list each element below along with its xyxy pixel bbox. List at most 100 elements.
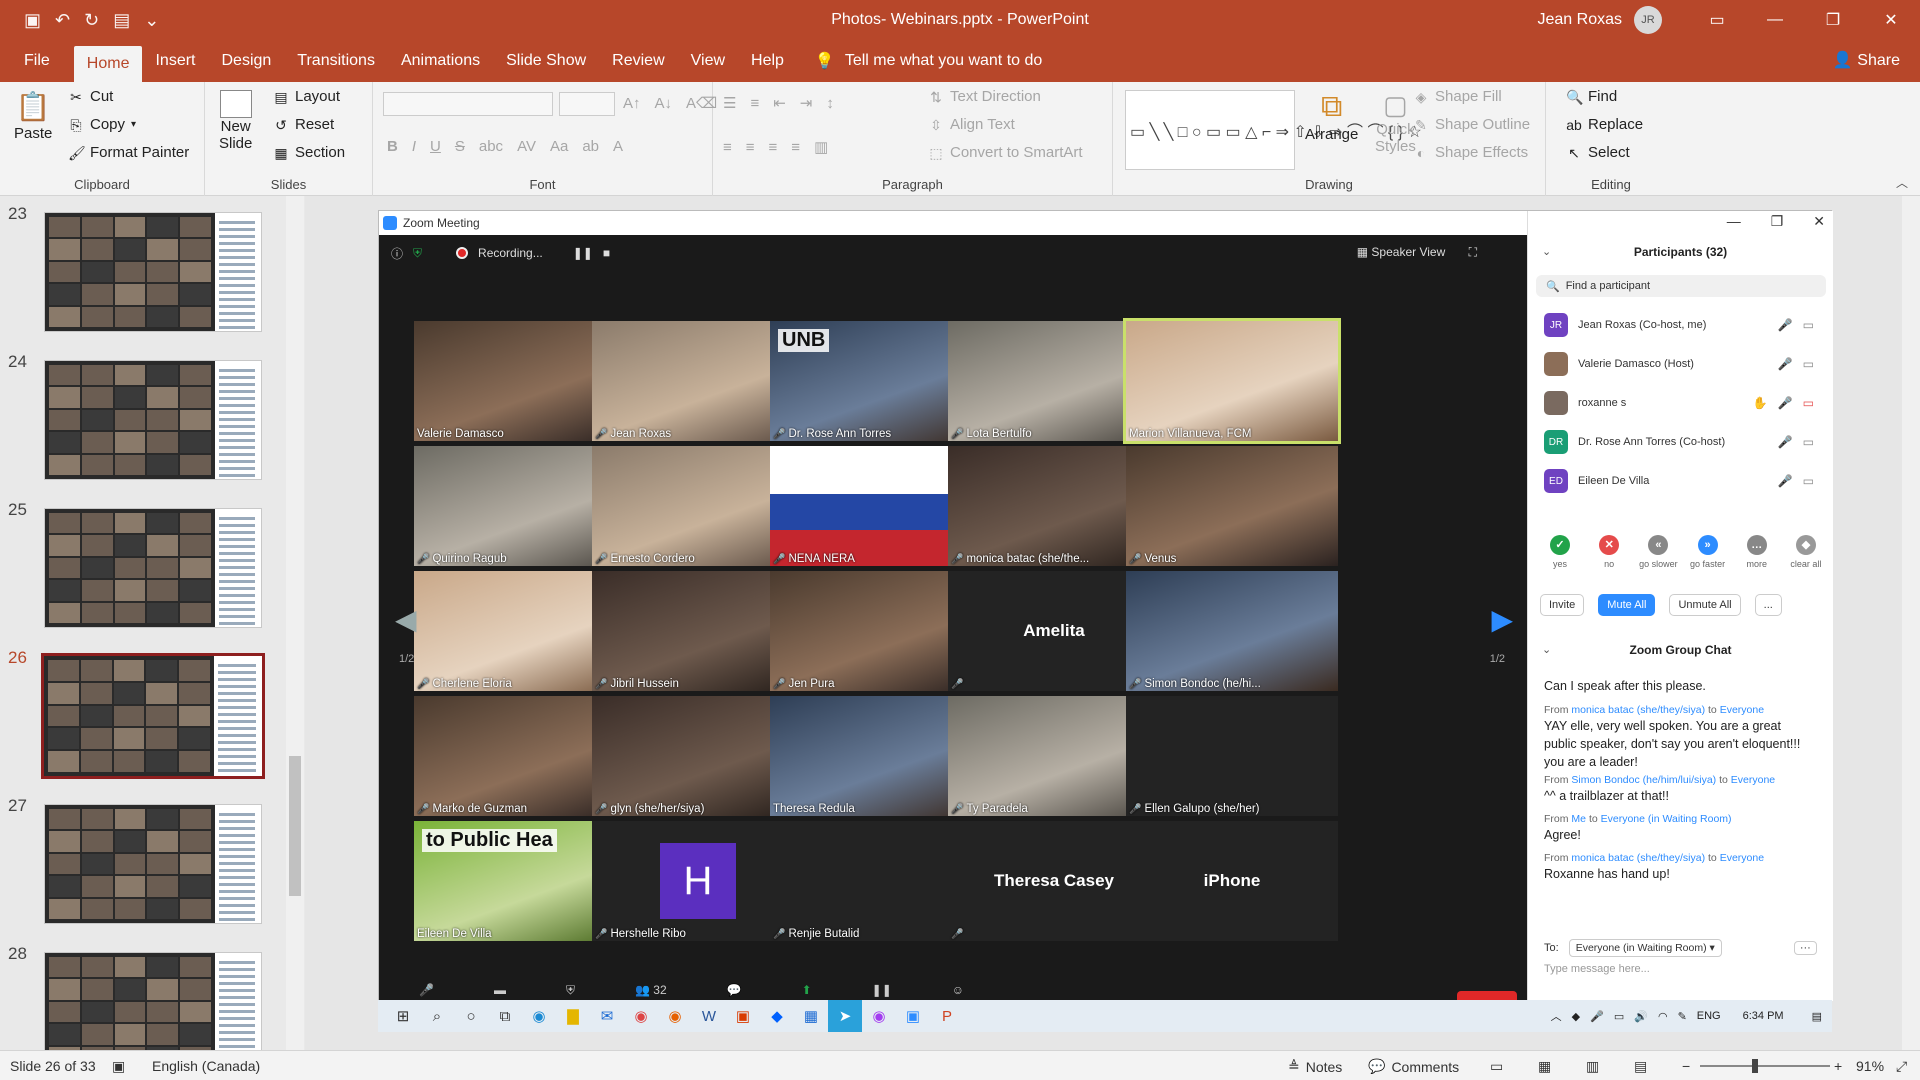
microphone-icon[interactable]: 🎤 bbox=[1778, 318, 1793, 332]
strike-icon[interactable]: S bbox=[455, 138, 465, 155]
participant-row[interactable]: ED Eileen De Villa 🎤 ▭ bbox=[1544, 466, 1814, 496]
align-right-icon[interactable]: ≡ bbox=[769, 139, 778, 156]
tab-design[interactable]: Design bbox=[208, 40, 284, 82]
slide-thumbnail[interactable] bbox=[41, 653, 265, 779]
feedback-go-slower-button[interactable]: « go slower bbox=[1636, 535, 1680, 569]
participant-row[interactable]: JR Jean Roxas (Co-host, me) 🎤 ▭ bbox=[1544, 310, 1814, 340]
accessibility-icon[interactable]: ▣ bbox=[112, 1058, 125, 1075]
video-icon[interactable]: ▬ bbox=[494, 983, 506, 997]
record-icon[interactable]: ❚❚ bbox=[872, 983, 892, 997]
increase-indent-icon[interactable]: ⇥ bbox=[800, 94, 813, 112]
bold-icon[interactable]: B bbox=[387, 138, 398, 155]
video-camera-icon[interactable]: ▭ bbox=[1803, 474, 1814, 488]
zoom-in-icon[interactable]: + bbox=[1834, 1058, 1842, 1074]
tab-home[interactable]: Home bbox=[73, 46, 143, 82]
slide-thumbnail-row[interactable]: 26 bbox=[0, 648, 270, 779]
align-left-icon[interactable]: ≡ bbox=[723, 139, 732, 156]
task-view-icon[interactable]: ⧉ bbox=[488, 1000, 522, 1032]
chat-recipient-dropdown[interactable]: Everyone (in Waiting Room) ▾ bbox=[1568, 939, 1722, 957]
video-tile[interactable]: 🎤 Venus bbox=[1126, 446, 1338, 566]
popout-icon[interactable]: ❐ bbox=[1771, 213, 1784, 230]
video-tile[interactable]: iPhone bbox=[1126, 821, 1338, 941]
stop-icon[interactable]: ■ bbox=[603, 246, 610, 260]
chat-sender[interactable]: Me bbox=[1571, 813, 1586, 825]
case-icon[interactable]: Aa bbox=[550, 138, 568, 155]
info-icon[interactable]: ⓘ bbox=[391, 245, 403, 262]
tab-file[interactable]: File bbox=[0, 40, 74, 82]
tab-help[interactable]: Help bbox=[738, 40, 797, 82]
reading-view-icon[interactable]: ▥ bbox=[1586, 1058, 1599, 1075]
customize-toolbar-icon[interactable]: ⌄ bbox=[144, 10, 159, 31]
align-center-icon[interactable]: ≡ bbox=[746, 139, 755, 156]
video-tile[interactable]: Marion Villanueva, FCM bbox=[1123, 318, 1341, 444]
feedback-go-faster-button[interactable]: » go faster bbox=[1686, 535, 1730, 569]
mute-all-button[interactable]: Mute All bbox=[1598, 594, 1656, 616]
zoom-taskbar-icon[interactable]: ▣ bbox=[896, 1000, 930, 1032]
video-tile[interactable]: 🎤 Ellen Galupo (she/her) bbox=[1126, 696, 1338, 816]
font-color-icon[interactable]: A bbox=[613, 138, 623, 155]
microphone-icon[interactable]: 🎤 bbox=[1778, 357, 1793, 371]
highlight-icon[interactable]: ab bbox=[582, 138, 599, 155]
participant-row[interactable]: roxanne s ✋ 🎤 ▭ bbox=[1544, 388, 1814, 418]
chrome-icon[interactable]: ◉ bbox=[624, 1000, 658, 1032]
font-size-dropdown[interactable] bbox=[559, 92, 615, 116]
notes-button[interactable]: ≜ Notes bbox=[1288, 1058, 1342, 1075]
file-explorer-icon[interactable]: ▇ bbox=[556, 1000, 590, 1032]
microphone-icon[interactable]: 🎤 bbox=[1778, 435, 1793, 449]
slide-thumbnail[interactable] bbox=[44, 360, 262, 480]
chat-sender[interactable]: Simon Bondoc (he/him/lui/siya) bbox=[1571, 774, 1716, 786]
cut-button[interactable]: ✂ Cut bbox=[68, 88, 113, 105]
chat-more-icon[interactable]: ··· bbox=[1793, 941, 1817, 955]
paste-button[interactable]: 📋 Paste bbox=[14, 90, 52, 142]
columns-icon[interactable]: ▥ bbox=[814, 138, 828, 156]
zoom-slider-handle[interactable] bbox=[1752, 1059, 1758, 1073]
thumbnail-scrollbar[interactable] bbox=[286, 196, 304, 1050]
new-slide-button[interactable]: New Slide bbox=[219, 90, 252, 152]
decrease-indent-icon[interactable]: ⇤ bbox=[773, 94, 786, 112]
redo-icon[interactable]: ↻ bbox=[84, 10, 99, 31]
volume-icon[interactable]: 🔊 bbox=[1634, 1010, 1648, 1023]
slide-thumbnail-row[interactable]: 25 bbox=[0, 500, 270, 630]
search-icon[interactable]: ⌕ bbox=[420, 1000, 454, 1032]
language-indicator[interactable]: English (Canada) bbox=[152, 1058, 260, 1074]
clock[interactable]: 6:34 PM bbox=[1743, 1010, 1784, 1022]
tab-animations[interactable]: Animations bbox=[388, 40, 493, 82]
tray-overflow-icon[interactable]: ︿ bbox=[1551, 1008, 1562, 1024]
feedback-no-button[interactable]: ✕ no bbox=[1587, 535, 1631, 569]
video-camera-icon[interactable]: ▭ bbox=[1803, 357, 1814, 371]
more-options-button[interactable]: ... bbox=[1754, 594, 1782, 616]
increase-font-icon[interactable]: A↑ bbox=[623, 95, 641, 112]
photos-icon[interactable]: ▦ bbox=[794, 1000, 828, 1032]
replace-button[interactable]: ab Replace bbox=[1566, 116, 1643, 133]
justify-icon[interactable]: ≡ bbox=[791, 139, 800, 156]
find-participant-input[interactable]: 🔍 Find a participant bbox=[1536, 275, 1826, 297]
dropbox-tray-icon[interactable]: ◆ bbox=[1572, 1010, 1580, 1023]
numbering-icon[interactable]: ≡ bbox=[750, 95, 759, 112]
tab-review[interactable]: Review bbox=[599, 40, 677, 82]
wifi-icon[interactable]: ◠ bbox=[1658, 1010, 1668, 1023]
present-icon[interactable]: ▤ bbox=[113, 10, 130, 31]
zoom-level[interactable]: 91% bbox=[1856, 1058, 1884, 1074]
cortana-icon[interactable]: ○ bbox=[454, 1000, 488, 1032]
undo-icon[interactable]: ↶ bbox=[55, 10, 70, 31]
restore-icon[interactable]: ❐ bbox=[1804, 0, 1862, 40]
slideshow-view-icon[interactable]: ▤ bbox=[1634, 1058, 1647, 1075]
shapes-gallery[interactable]: ▭ ╲ ╲ □ ○ ▭ ▭ △ ⌐ ⇒ ⇧ ⇩ ⇨ ⌒ ⌒ { } ☆ bbox=[1125, 90, 1422, 170]
messenger-icon[interactable]: ◉ bbox=[862, 1000, 896, 1032]
decrease-font-icon[interactable]: A↓ bbox=[655, 95, 673, 112]
office-icon[interactable]: ▣ bbox=[726, 1000, 760, 1032]
next-page-icon[interactable]: ▶ bbox=[1491, 603, 1513, 636]
normal-view-icon[interactable]: ▭ bbox=[1490, 1058, 1503, 1075]
layout-button[interactable]: ▤ Layout bbox=[273, 88, 340, 105]
ribbon-display-icon[interactable]: ▭ bbox=[1688, 0, 1746, 40]
comments-button[interactable]: 💬 Comments bbox=[1368, 1058, 1459, 1075]
zoom-out-icon[interactable]: − bbox=[1682, 1058, 1690, 1074]
shield-icon[interactable]: ⛨ bbox=[413, 246, 422, 261]
select-button[interactable]: ↖ Select bbox=[1566, 144, 1630, 161]
telegram-icon[interactable]: ➤ bbox=[828, 1000, 862, 1032]
tab-insert[interactable]: Insert bbox=[142, 40, 208, 82]
unmute-all-button[interactable]: Unmute All bbox=[1669, 594, 1741, 616]
input-language[interactable]: ENG bbox=[1697, 1010, 1721, 1022]
feedback-more-button[interactable]: … more bbox=[1735, 535, 1779, 569]
user-name[interactable]: Jean Roxas bbox=[1538, 11, 1623, 29]
